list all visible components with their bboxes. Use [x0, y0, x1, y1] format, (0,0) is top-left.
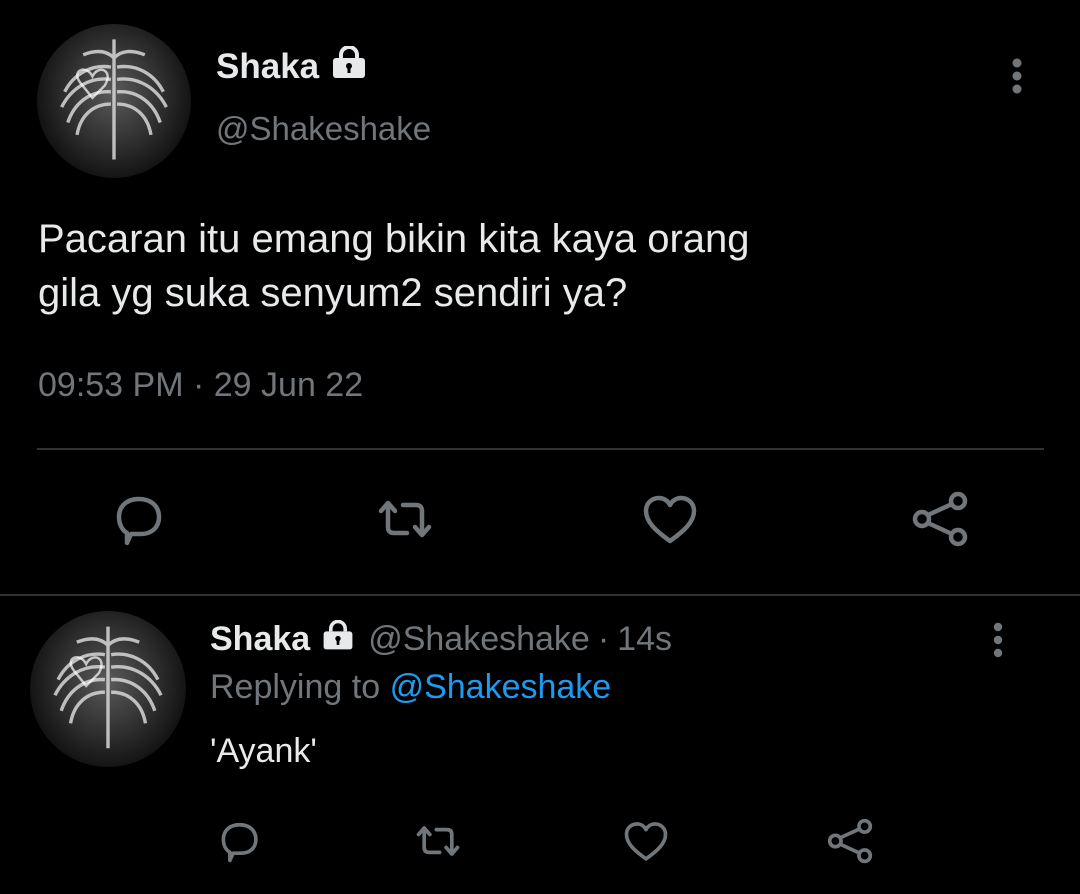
- meta-separator: ·: [192, 366, 205, 404]
- replying-to-link[interactable]: @Shakeshake: [390, 668, 612, 706]
- tweet-time: 09:53 PM: [38, 366, 184, 404]
- reply-icon[interactable]: [105, 487, 169, 551]
- tweet-text-line: Pacaran itu emang bikin kita kaya orang: [38, 217, 750, 261]
- display-name[interactable]: Shaka: [210, 620, 310, 659]
- reply-header: Shaka @Shakeshake · 14s: [210, 619, 672, 659]
- replying-to: Replying to @Shakeshake: [210, 668, 611, 707]
- divider: [0, 594, 1080, 596]
- tweet-text-line: gila yg suka senyum2 sendiri ya?: [38, 271, 628, 315]
- divider: [37, 448, 1044, 450]
- meta-separator: ·: [597, 620, 610, 658]
- like-icon[interactable]: [638, 487, 702, 551]
- tweet-text: 'Ayank': [210, 732, 317, 770]
- avatar[interactable]: [30, 611, 186, 767]
- avatar[interactable]: [37, 24, 191, 178]
- more-options-icon[interactable]: [1005, 56, 1029, 96]
- tweet-text: Pacaran itu emang bikin kita kaya orang …: [38, 212, 1038, 320]
- xray-avatar-image: [60, 39, 168, 160]
- tweet-age[interactable]: 14s: [617, 620, 672, 659]
- reply-icon[interactable]: [212, 815, 264, 867]
- tweet-date: 29 Jun 22: [213, 366, 364, 404]
- share-icon[interactable]: [824, 815, 876, 867]
- replying-to-label: Replying to: [210, 668, 381, 706]
- display-name-text: Shaka: [216, 46, 320, 86]
- more-options-icon[interactable]: [987, 620, 1009, 660]
- lock-icon: [320, 619, 356, 659]
- retweet-icon[interactable]: [373, 487, 437, 551]
- display-name[interactable]: Shaka: [216, 45, 369, 87]
- like-icon[interactable]: [620, 815, 672, 867]
- xray-avatar-image: [53, 626, 163, 749]
- retweet-icon[interactable]: [412, 815, 464, 867]
- tweet-timestamp[interactable]: 09:53 PM · 29 Jun 22: [38, 366, 363, 405]
- lock-icon: [329, 45, 369, 87]
- share-icon[interactable]: [908, 487, 972, 551]
- handle[interactable]: @Shakeshake: [216, 110, 431, 148]
- handle[interactable]: @Shakeshake: [368, 620, 590, 659]
